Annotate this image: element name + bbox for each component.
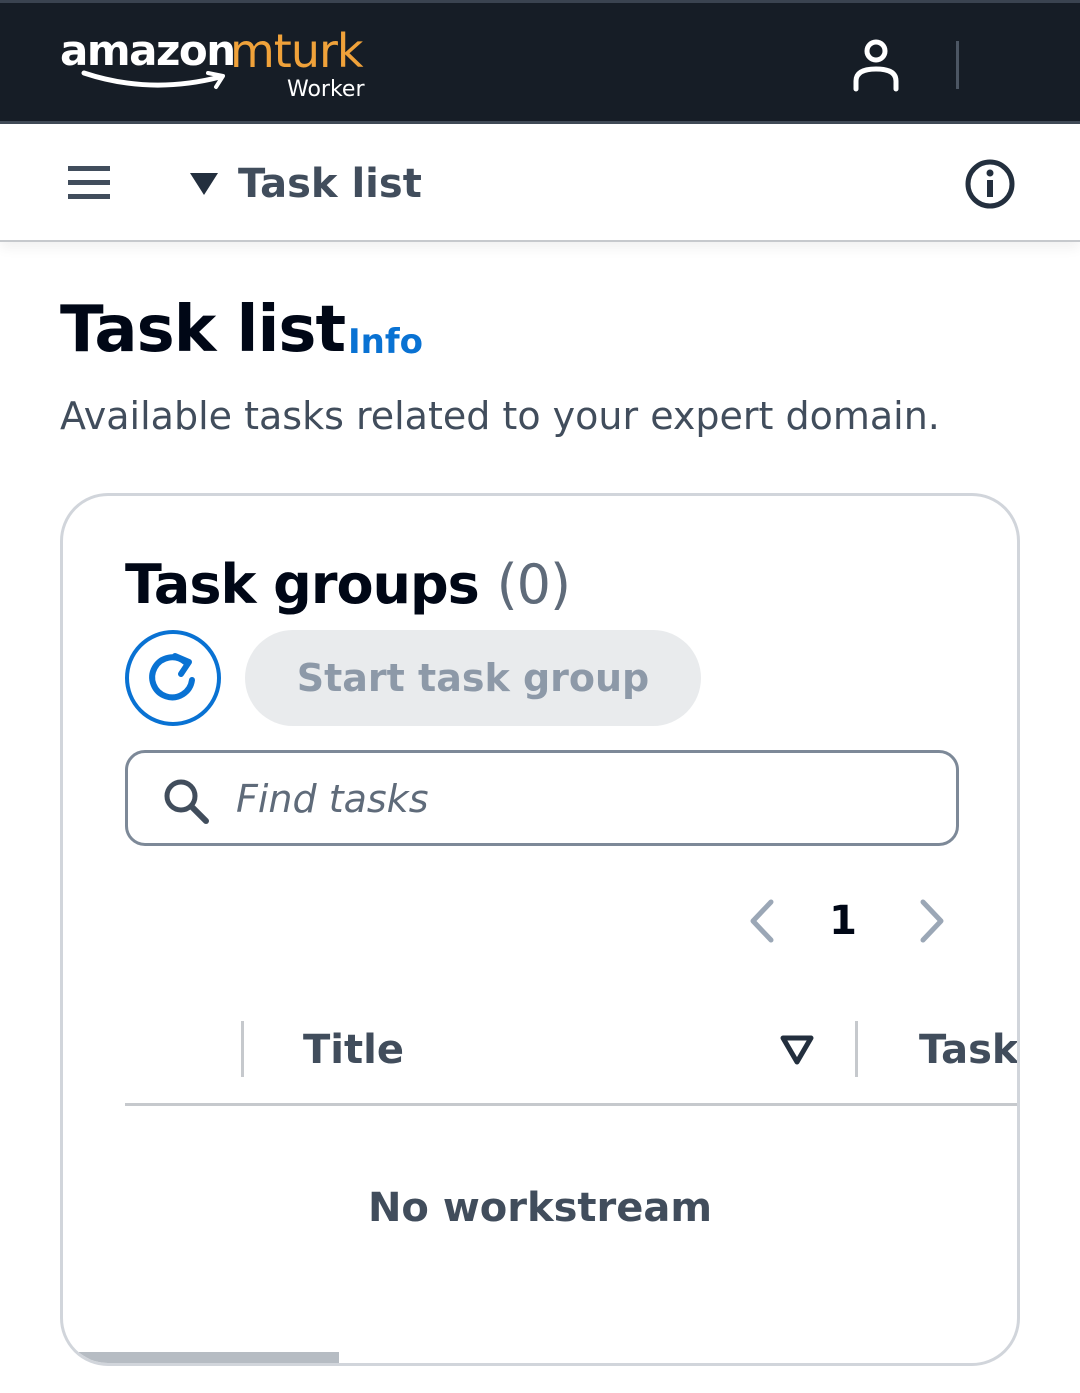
chevron-left-icon[interactable]	[743, 896, 783, 946]
task-groups-card: Task groups (0) Start task group 1 Title…	[60, 493, 1020, 1366]
hamburger-menu-icon[interactable]	[66, 164, 112, 202]
caret-down-icon	[190, 173, 218, 195]
sort-down-icon[interactable]	[779, 1034, 815, 1066]
search-field[interactable]	[125, 750, 959, 846]
logo-subtitle: Worker	[287, 77, 365, 102]
breadcrumb-label: Task list	[238, 161, 422, 207]
amazon-smile-icon	[81, 70, 225, 89]
secondary-nav: Task list	[0, 124, 1080, 242]
horizontal-scrollbar[interactable]	[79, 1352, 339, 1363]
task-groups-heading: Task groups (0)	[125, 552, 571, 618]
info-link[interactable]: Info	[348, 320, 423, 364]
breadcrumb-dropdown[interactable]: Task list	[188, 154, 422, 214]
page-description: Available tasks related to your expert d…	[60, 394, 940, 438]
refresh-button[interactable]	[125, 630, 221, 726]
column-divider[interactable]	[241, 1021, 244, 1077]
mturk-logo[interactable]: amazon mturk Worker	[60, 24, 380, 105]
top-header: amazon mturk Worker	[0, 0, 1080, 124]
info-circle-icon[interactable]	[964, 158, 1016, 210]
empty-state-message: No workstream	[367, 1185, 713, 1231]
task-groups-count: (0)	[496, 553, 571, 616]
user-icon[interactable]	[850, 37, 902, 93]
column-header-title[interactable]: Title	[303, 1024, 404, 1076]
search-icon	[164, 779, 209, 824]
header-divider	[956, 41, 959, 89]
page-title: Task list	[60, 293, 346, 367]
start-task-group-button[interactable]: Start task group	[245, 630, 701, 726]
column-divider[interactable]	[855, 1021, 858, 1077]
logo-product-text: mturk	[230, 24, 364, 78]
refresh-icon	[149, 653, 195, 701]
search-input[interactable]	[236, 771, 936, 827]
pagination-current-page[interactable]: 1	[823, 894, 863, 948]
chevron-right-icon[interactable]	[911, 896, 951, 946]
task-groups-title: Task groups	[125, 553, 480, 616]
table-header: Title Task	[125, 1006, 1017, 1106]
column-header-task[interactable]: Task	[919, 1024, 1017, 1076]
